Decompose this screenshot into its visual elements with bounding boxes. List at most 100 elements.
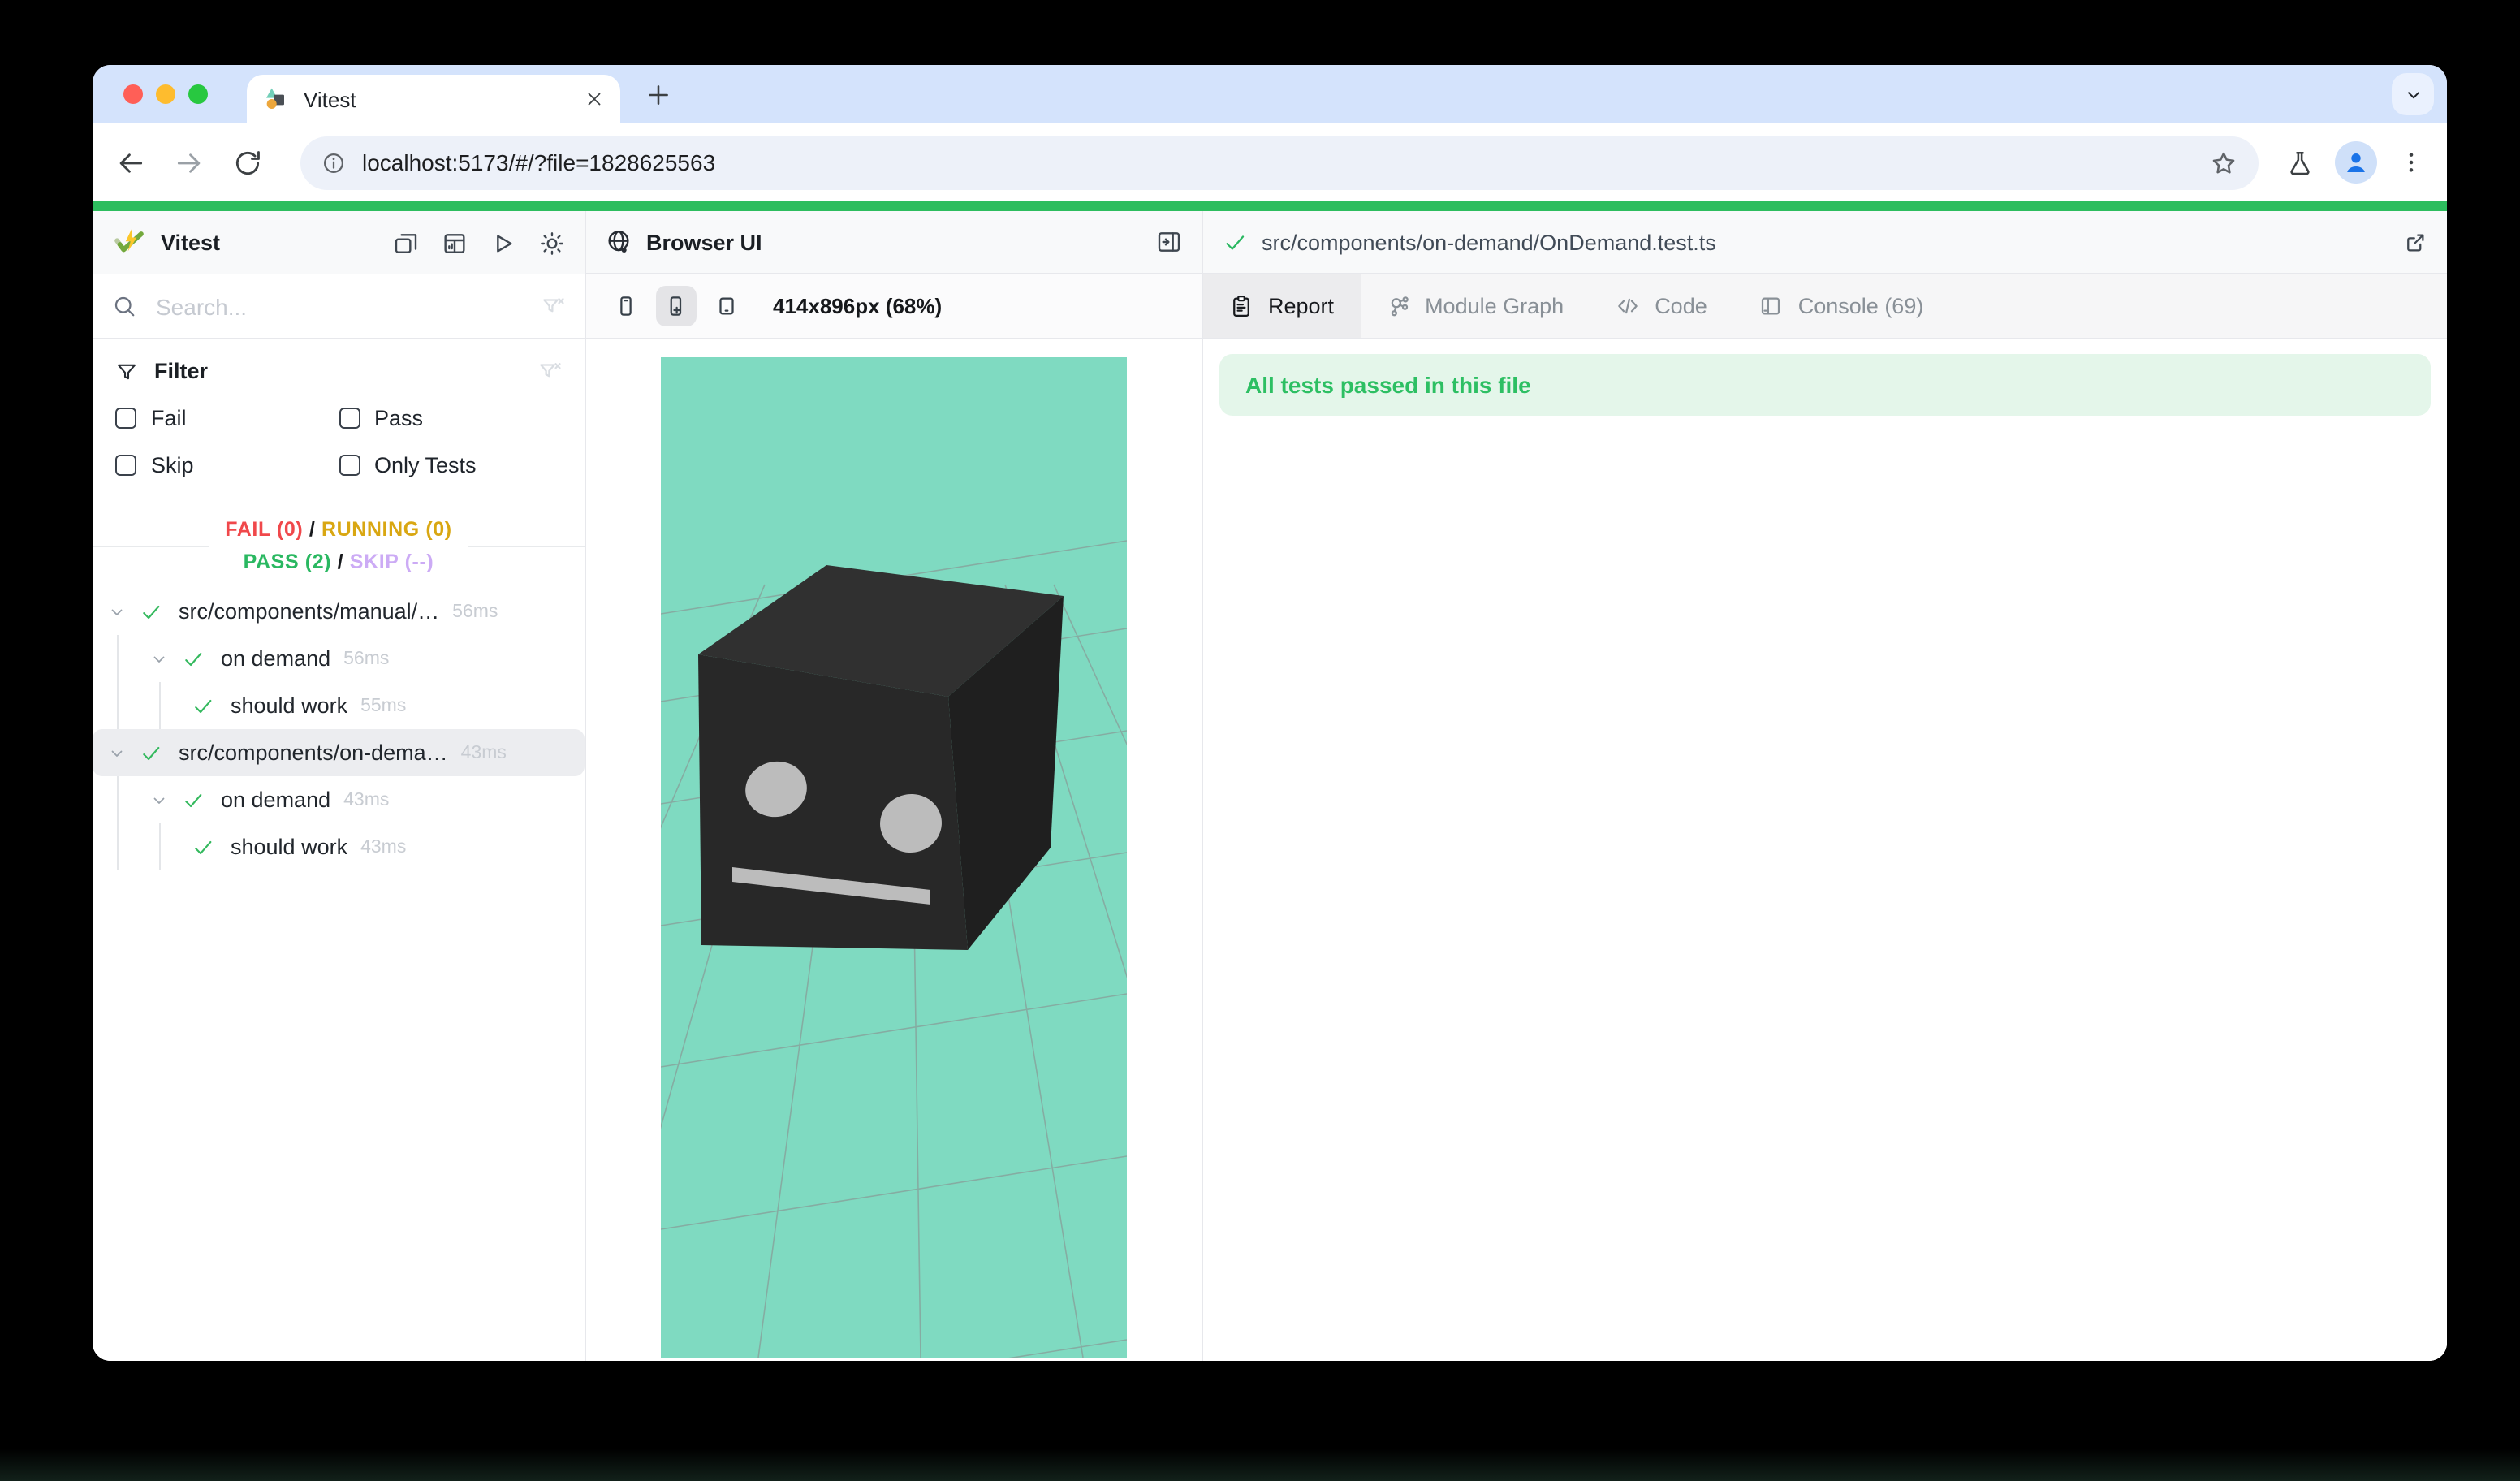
checkbox-label: Only Tests [374,453,477,477]
device-toolbar: 414x896px (68%) [586,274,1202,339]
chevron-down-icon[interactable] [149,790,169,810]
open-external-icon[interactable] [2403,230,2427,254]
indent-guide [159,823,161,870]
dock-panel-icon[interactable] [1156,229,1182,255]
tab-module-graph[interactable]: Module Graph [1360,274,1590,338]
indent-guide [117,823,119,870]
report-tabs: ReportModule GraphCode Console (69) [1203,274,2447,339]
vitest-logo-icon [112,226,146,260]
preview-area [586,339,1202,1361]
zoom-window-button[interactable] [188,84,208,104]
clipboard-icon [1229,294,1254,318]
experiments-flask-icon[interactable] [2286,149,2314,176]
preview-canvas[interactable] [661,357,1127,1358]
browser-window: Vitest localhost:5173/#/?file=1828625563 [93,65,2447,1361]
search-icon [112,294,136,318]
reload-button[interactable] [232,147,263,178]
checkbox-label: Pass [374,406,423,430]
filter-option-pass[interactable]: Pass [339,406,562,430]
site-info-icon[interactable] [321,150,346,175]
bookmark-star-icon[interactable] [2210,149,2237,176]
tree-row-src-components-on-dema[interactable]: src/components/on-dema…43ms [93,729,585,776]
test-duration: 55ms [360,696,406,715]
chevron-down-icon[interactable] [107,743,127,762]
device-tablet-button[interactable] [706,286,747,326]
chevron-down-icon[interactable] [149,649,169,668]
phone-plus-icon [664,294,688,318]
clear-search-filter-icon[interactable] [541,294,565,318]
browser-menu-button[interactable] [2398,149,2424,175]
running-count: RUNNING (0) [321,518,452,541]
minimize-window-button[interactable] [156,84,175,104]
device-phone-button[interactable] [606,286,646,326]
sidebar-actions [393,230,565,256]
forward-button[interactable] [174,147,205,178]
vitest-ui: Vitest Fi [93,211,2447,1361]
new-tab-button[interactable] [645,80,672,108]
browser-toolbar: localhost:5173/#/?file=1828625563 [93,123,2447,201]
tree-row-on-demand[interactable]: on demand56ms [93,635,585,682]
tablet-icon [714,294,739,318]
test-progress-bar [93,201,2447,211]
sidebar-header: Vitest [93,211,585,274]
pass-check-icon [192,835,214,858]
browser-tab-strip: Vitest [93,65,2447,123]
desktop-glow [0,1449,2520,1481]
pass-check-icon [192,694,214,717]
tab-console-69[interactable]: Console (69) [1733,274,1950,338]
collapse-panels-icon[interactable] [393,230,419,256]
chevron-down-icon[interactable] [107,602,127,621]
profile-avatar[interactable] [2335,141,2377,184]
test-label: on demand [221,788,330,812]
test-duration: 43ms [360,837,406,857]
tab-report[interactable]: Report [1203,274,1360,338]
filter-option-skip[interactable]: Skip [115,453,339,477]
test-summary: FAIL (0) / RUNNING (0) PASS (2) / SKIP (… [93,513,585,578]
test-duration: 43ms [343,790,389,810]
tree-row-on-demand[interactable]: on demand 43ms [93,776,585,823]
close-window-button[interactable] [123,84,143,104]
test-tree: src/components/manual/…56mson demand56ms… [93,588,585,1361]
address-bar[interactable]: localhost:5173/#/?file=1828625563 [300,136,2259,189]
indent-guide [117,635,119,682]
back-button[interactable] [115,147,146,178]
checkbox-icon[interactable] [339,408,360,429]
browser-ui-header: Browser UI [586,211,1202,274]
run-all-icon[interactable] [490,230,516,256]
test-label: on demand [221,646,330,671]
vitest-favicon-icon [263,86,289,112]
tab-search-button[interactable] [2392,73,2434,115]
tab-title: Vitest [304,87,585,111]
tree-row-should-work[interactable]: should work55ms [93,682,585,729]
code-icon [1616,294,1640,318]
test-label: src/components/manual/… [179,599,439,624]
graph-icon [1386,294,1410,318]
tab-code[interactable]: Code [1590,274,1733,338]
theme-toggle-icon[interactable] [539,230,565,256]
phone-icon [614,294,638,318]
indent-guide [159,682,161,729]
tab-label: Console (69) [1798,294,1924,318]
browser-tab[interactable]: Vitest [247,75,620,123]
tree-row-src-components-manual[interactable]: src/components/manual/…56ms [93,588,585,635]
browser-ui-panel: Browser UI 414x896px (68%) [586,211,1203,1361]
filter-option-only-tests[interactable]: Only Tests [339,453,562,477]
dashboard-icon[interactable] [442,230,468,256]
pass-check-icon [182,647,205,670]
search-input[interactable] [153,291,541,321]
test-label: should work [231,835,347,859]
clear-filters-icon[interactable] [537,359,562,383]
checkbox-icon[interactable] [115,455,136,476]
file-pass-check-icon [1223,230,1247,254]
tree-row-should-work[interactable]: should work 43ms [93,823,585,870]
filter-option-fail[interactable]: Fail [115,406,339,430]
file-header: src/components/on-demand/OnDemand.test.t… [1203,211,2447,274]
pass-check-icon [140,600,162,623]
checkbox-icon[interactable] [339,455,360,476]
pass-check-icon [182,788,205,811]
device-phone-plus-button[interactable] [656,286,697,326]
window-controls [123,84,208,104]
close-tab-icon[interactable] [585,89,604,109]
file-path: src/components/on-demand/OnDemand.test.t… [1262,230,1716,254]
checkbox-icon[interactable] [115,408,136,429]
